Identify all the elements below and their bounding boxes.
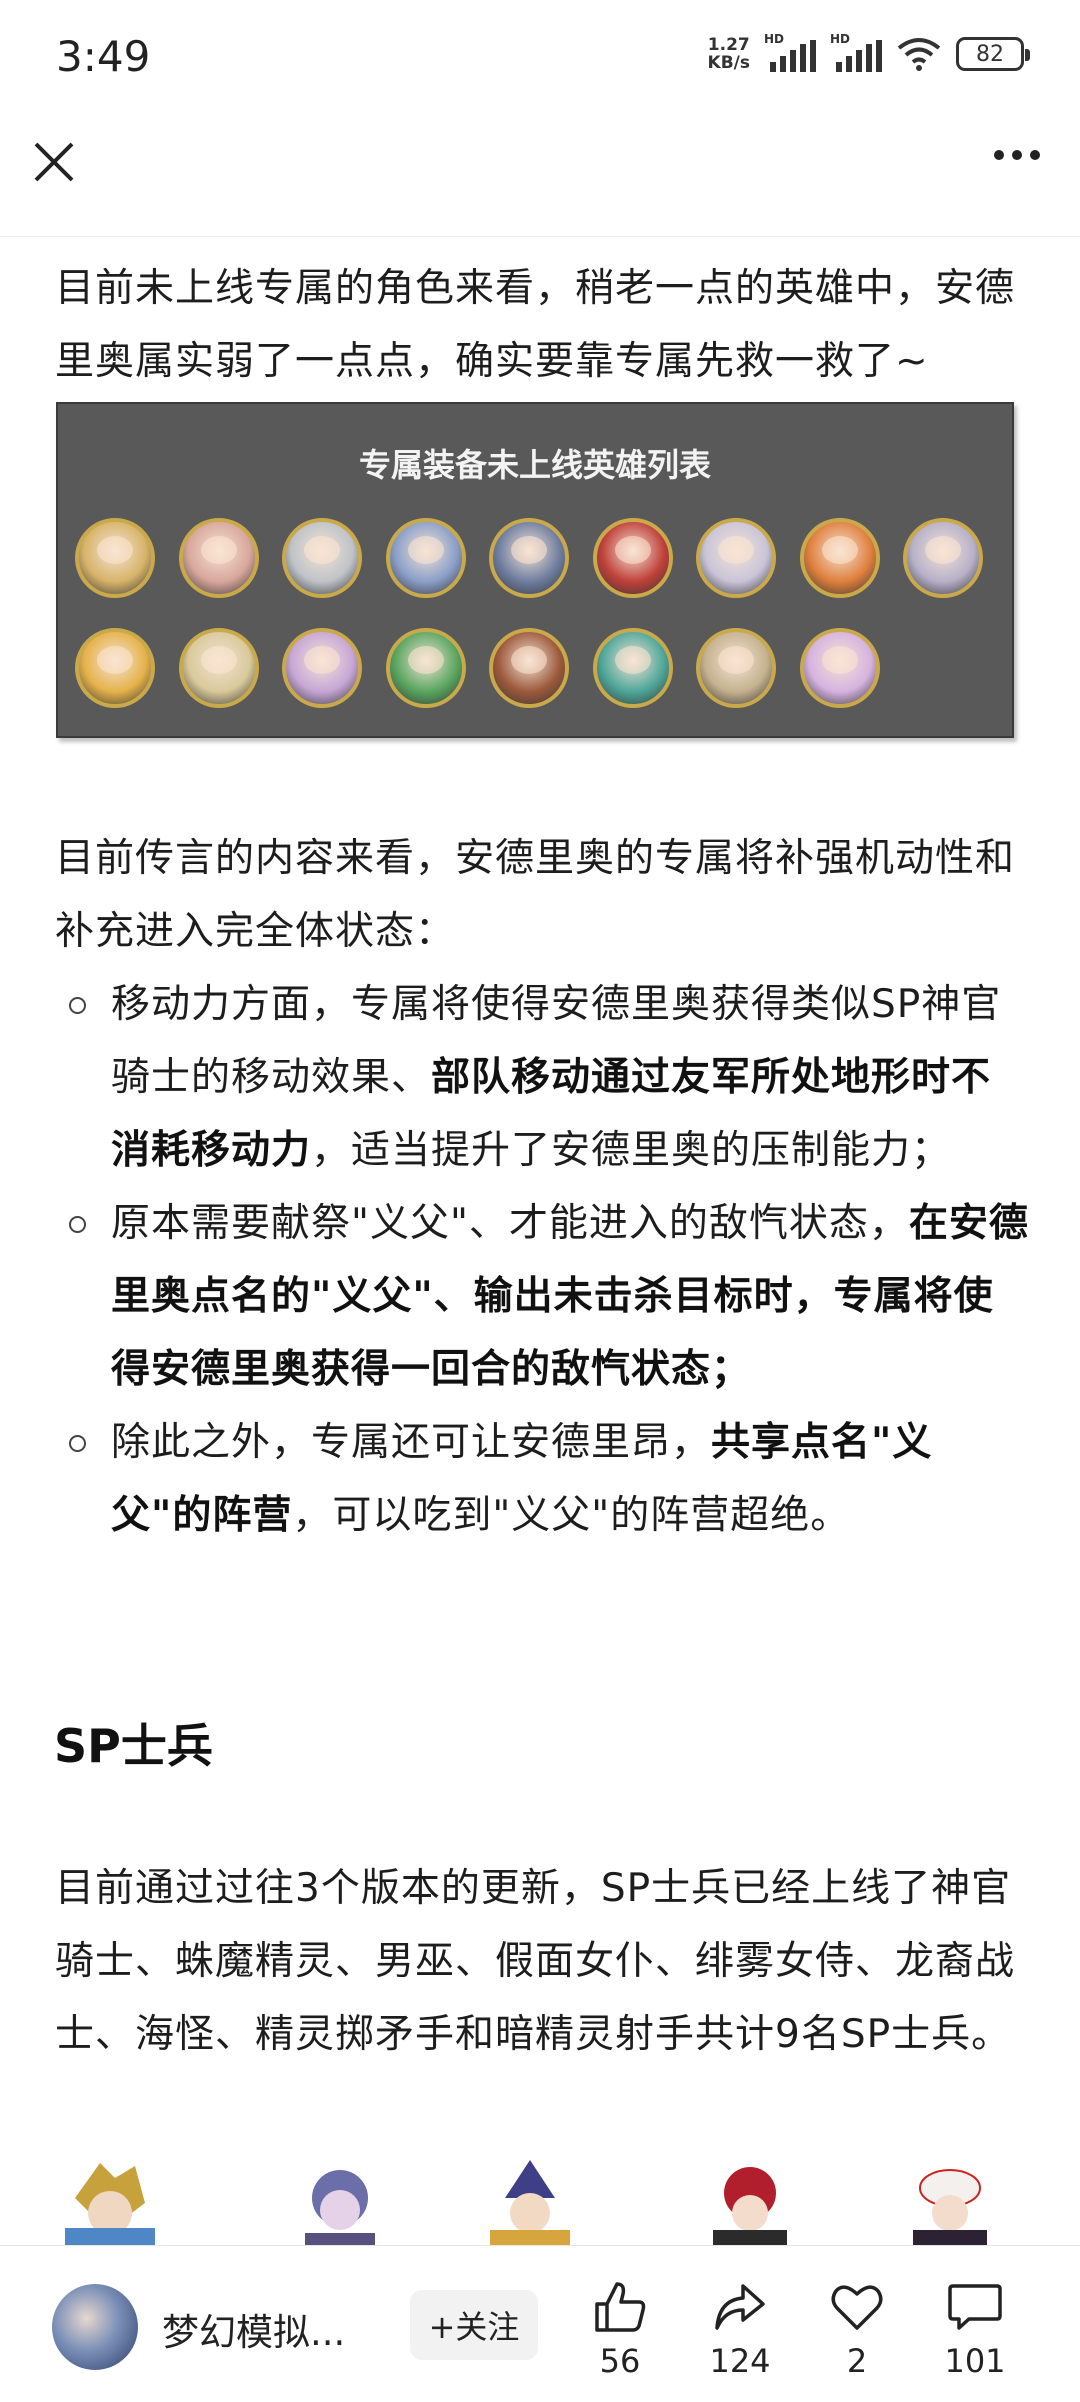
share-count: 124	[709, 2342, 771, 2380]
hero-portrait	[75, 628, 155, 708]
hero-portrait	[385, 628, 466, 708]
top-nav	[0, 118, 1080, 237]
favorite-button[interactable]: 2	[812, 2280, 902, 2380]
image-title: 专属装备未上线英雄列表	[358, 446, 711, 484]
section-heading: SP士兵	[54, 1719, 213, 1773]
article-paragraph: 目前通过过往3个版本的更新，SP士兵已经上线了神官骑士、蛛魔精灵、男巫、假面女仆…	[55, 1866, 1016, 2057]
list-item: 原本需要献祭"义父"、才能进入的敌忾状态，在安德里奥点名的"义父"、输出未击杀目…	[55, 1187, 1030, 1406]
hero-portrait	[178, 518, 259, 598]
hero-portrait	[903, 518, 983, 598]
status-bar: 3:49 1.27 KB/s HD HD 82	[0, 0, 1080, 118]
bullet-icon	[69, 1216, 86, 1233]
hero-portrait	[178, 628, 259, 708]
like-count: 56	[599, 2342, 641, 2380]
wifi-icon	[897, 38, 941, 71]
soldier-image[interactable]	[285, 2158, 395, 2245]
hero-portrait	[489, 518, 569, 598]
soldier-image[interactable]	[695, 2158, 805, 2245]
list-item: 移动力方面，专属将使得安德里奥获得类似SP神官骑士的移动效果、部队移动通过友军所…	[55, 968, 1030, 1187]
hero-portrait	[696, 518, 776, 598]
hero-portrait	[489, 628, 569, 708]
list-item: 除此之外，专属还可让安德里昂，共享点名"义父"的阵营，可以吃到"义父"的阵营超绝…	[55, 1406, 1030, 1552]
bullet-icon	[69, 1435, 86, 1452]
follow-button[interactable]: +关注	[410, 2290, 538, 2360]
more-options-button[interactable]	[994, 150, 1040, 160]
thumbs-up-icon[interactable]	[593, 2280, 647, 2334]
soldier-image[interactable]	[55, 2158, 165, 2245]
hero-portrait	[75, 518, 155, 598]
battery-icon: 82	[956, 37, 1030, 71]
hero-portrait	[282, 518, 362, 598]
bullet-icon	[69, 997, 86, 1014]
share-icon[interactable]	[713, 2280, 767, 2334]
hero-portrait	[696, 628, 776, 708]
status-icons: 1.27 KB/s HD HD 82	[707, 32, 1030, 73]
hero-portrait	[592, 628, 673, 708]
network-speed: 1.27 KB/s	[707, 35, 750, 73]
comment-icon[interactable]	[947, 2280, 1003, 2334]
hero-portrait	[799, 628, 880, 708]
heart-icon[interactable]	[830, 2280, 884, 2334]
favorite-count: 2	[846, 2342, 868, 2380]
article-paragraph: 目前传言的内容来看，安德里奥的专属将补强机动性和补充进入完全体状态：	[55, 836, 1016, 954]
author-name[interactable]: 梦幻模拟...	[162, 2302, 345, 2356]
signal-icon-2: HD	[830, 32, 882, 72]
bottom-bar: 梦幻模拟... +关注 56 124 2 101	[0, 2245, 1080, 2402]
clock: 3:49	[56, 32, 151, 81]
comment-button[interactable]: 101	[930, 2280, 1020, 2380]
bullet-list: 移动力方面，专属将使得安德里奥获得类似SP神官骑士的移动效果、部队移动通过友军所…	[55, 968, 1030, 1552]
close-icon[interactable]	[30, 138, 78, 186]
hero-portrait	[592, 518, 673, 598]
close-button[interactable]	[30, 138, 78, 186]
signal-icon: HD	[764, 32, 816, 72]
article-paragraph: 目前未上线专属的角色来看，稍老一点的英雄中，安德里奥属实弱了一点点，确实要靠专属…	[55, 266, 1016, 384]
soldier-images	[55, 2150, 1030, 2245]
hero-portrait	[385, 518, 466, 598]
soldier-image[interactable]	[475, 2158, 585, 2245]
hero-portrait	[799, 518, 880, 598]
hero-portrait	[282, 628, 362, 708]
avatar[interactable]	[52, 2284, 138, 2370]
like-button[interactable]: 56	[575, 2280, 665, 2380]
comment-count: 101	[944, 2342, 1006, 2380]
share-button[interactable]: 124	[695, 2280, 785, 2380]
soldier-image[interactable]	[895, 2158, 1005, 2245]
hero-list-image[interactable]: 专属装备未上线英雄列表	[56, 402, 1014, 738]
